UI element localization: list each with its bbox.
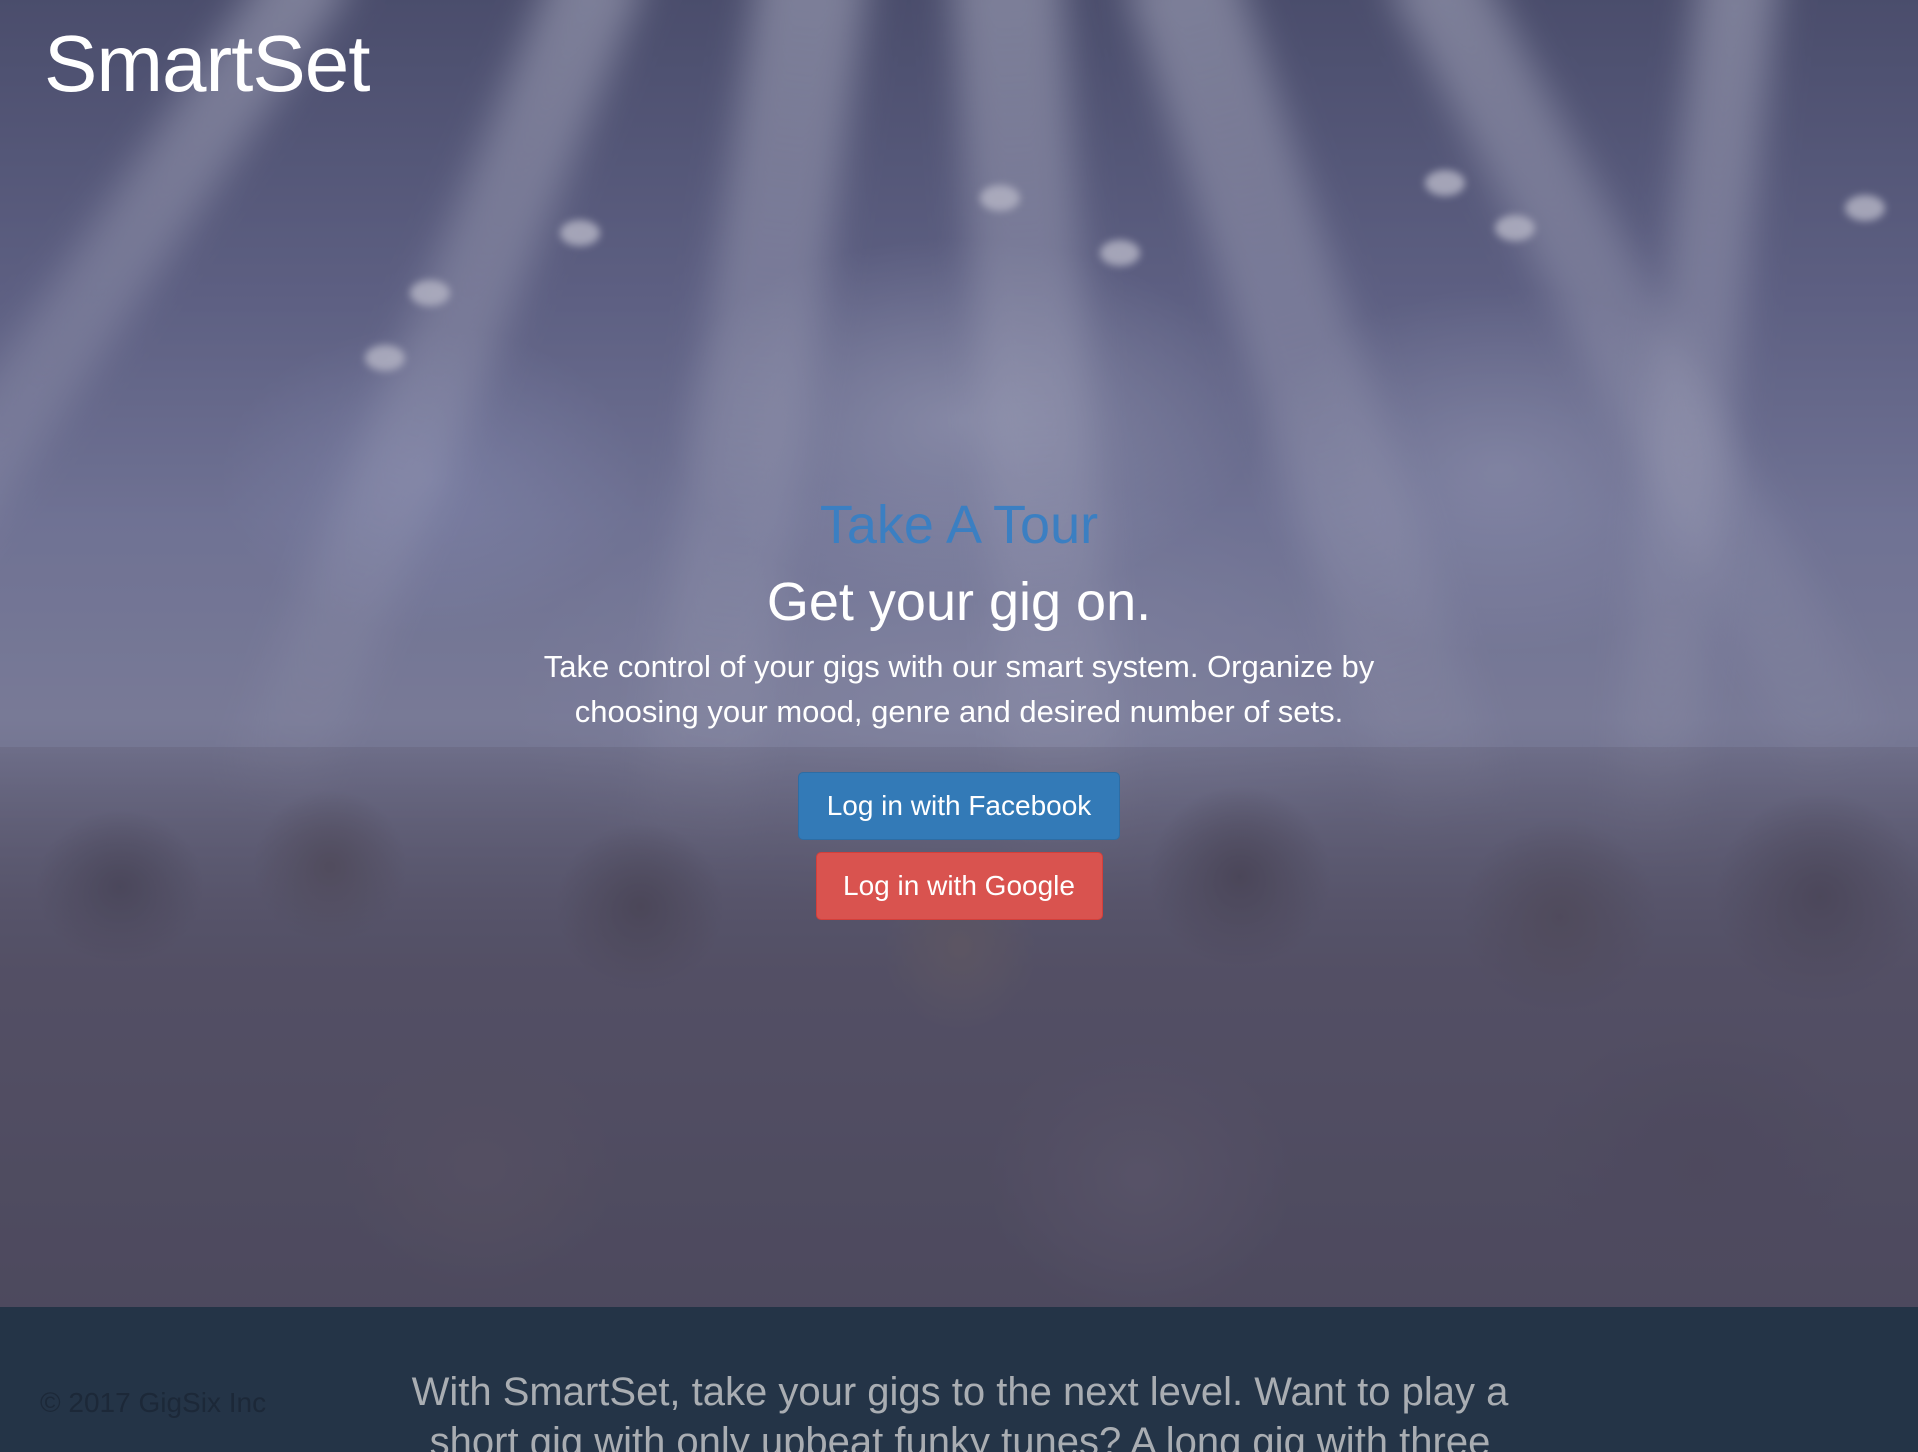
hero-section: SmartSet Take A Tour Get your gig on. Ta… — [0, 0, 1918, 1307]
login-buttons: Log in with Facebook Log in with Google — [0, 772, 1918, 920]
brand-logo[interactable]: SmartSet — [44, 18, 370, 110]
take-a-tour-link[interactable]: Take A Tour — [820, 490, 1098, 560]
facebook-login-button[interactable]: Log in with Facebook — [798, 772, 1120, 840]
footer-intro-text: With SmartSet, take your gigs to the nex… — [411, 1370, 1509, 1452]
hero-description: Take control of your gigs with our smart… — [543, 649, 1375, 729]
hero-content: Take A Tour Get your gig on. Take contro… — [0, 490, 1918, 920]
landing-page: SmartSet Take A Tour Get your gig on. Ta… — [0, 0, 1918, 1452]
copyright-text: © 2017 GigSix Inc — [40, 1387, 267, 1418]
google-login-button[interactable]: Log in with Google — [815, 852, 1103, 920]
footer-section: © 2017 GigSix Inc With SmartSet, take yo… — [0, 1307, 1918, 1452]
hero-headline: Get your gig on. — [766, 572, 1152, 632]
